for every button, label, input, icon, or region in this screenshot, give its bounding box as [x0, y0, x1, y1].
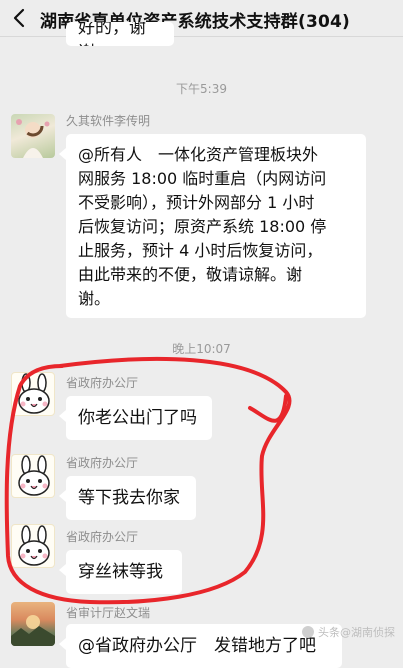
message-text: @省政府办公厅 发错地方了吧 [78, 636, 316, 656]
message-line: 由此带来的不便，敬请谅解。谢 [78, 265, 303, 284]
timestamp: 晚上10:07 [172, 342, 231, 356]
watermark-logo-icon [302, 626, 314, 638]
bunny-avatar-icon [18, 373, 50, 414]
message-bubble[interactable]: @所有人 一体化资产管理板块外 网服务 18:00 临时重启（内网访问 不受影响… [59, 134, 366, 318]
bunny-avatar-icon [18, 525, 50, 566]
message-bubble[interactable]: @省政府办公厅 发错地方了吧 [59, 624, 342, 668]
sender-name: 省审计厅赵文瑞 [66, 606, 151, 620]
avatar-photo-icon [16, 115, 50, 158]
avatar[interactable] [11, 372, 55, 416]
message-line: @所有人 一体化资产管理板块外 [78, 145, 319, 164]
watermark-text: 头条@湖南侦探 [318, 626, 395, 639]
chat-header: 湖南省直单位资产系统技术支持群(304) [0, 0, 403, 37]
message-text: 你老公出门了吗 [78, 408, 197, 428]
message-bubble[interactable]: 等下我去你家 [59, 476, 196, 520]
message-line: 谢。 [78, 289, 111, 308]
timestamp: 下午5:39 [176, 82, 227, 96]
sender-name: 省政府办公厅 [66, 456, 139, 470]
message-bubble[interactable]: 穿丝袜等我 [59, 550, 182, 594]
avatar[interactable] [11, 454, 55, 498]
message-line: 网服务 18:00 临时重启（内网访问 [78, 169, 327, 188]
message-text: 等下我去你家 [78, 488, 180, 508]
bunny-avatar-icon [18, 455, 50, 496]
chat-area[interactable]: 好的，谢谢 下午5:39 久其软件李传明 @所有人 一体化资产管理板块外 网服务… [0, 22, 403, 668]
sunset-avatar-icon [11, 615, 55, 646]
sender-name: 省政府办公厅 [66, 530, 139, 544]
watermark: 头条@湖南侦探 [302, 624, 395, 640]
avatar[interactable] [11, 602, 55, 646]
avatar[interactable] [11, 114, 55, 158]
sender-name: 省政府办公厅 [66, 376, 139, 390]
message-bubble-partial[interactable]: 好的，谢谢 [66, 22, 174, 46]
message-text: 穿丝袜等我 [78, 562, 163, 582]
message-text: 好的，谢谢 [78, 22, 146, 46]
chevron-left-icon [13, 8, 25, 28]
back-button[interactable] [8, 6, 30, 30]
sender-name: 久其软件李传明 [66, 114, 151, 128]
message-line: 后恢复访问；原资产系统 18:00 停 [78, 217, 327, 236]
message-line: 不受影响），预计外网部分 1 小时 [78, 193, 315, 212]
avatar[interactable] [11, 524, 55, 568]
message-line: 止服务，预计 4 小时后恢复访问， [78, 241, 323, 260]
message-bubble[interactable]: 你老公出门了吗 [59, 396, 212, 440]
